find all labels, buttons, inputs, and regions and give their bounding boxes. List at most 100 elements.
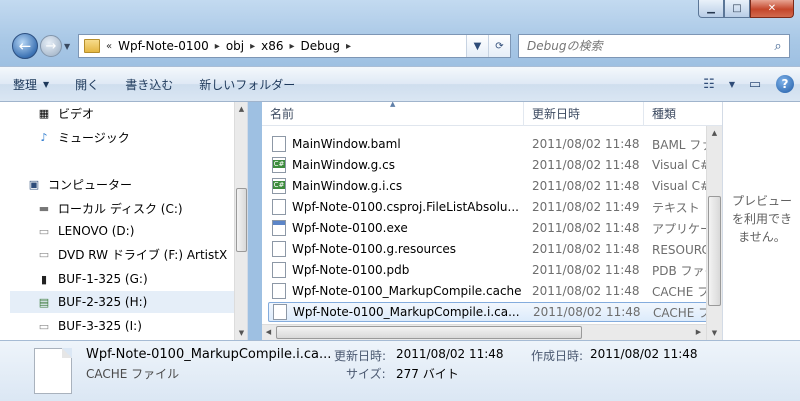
csharp-file-icon bbox=[272, 157, 286, 173]
file-row[interactable]: Wpf-Note-0100_MarkupCompile.cache 2011/0… bbox=[268, 281, 708, 301]
search-input[interactable] bbox=[519, 39, 767, 53]
column-header: ▲ 名前 更新日時 種類 bbox=[262, 102, 722, 126]
file-icon bbox=[272, 199, 286, 215]
computer-icon: ▣ bbox=[28, 177, 40, 191]
scroll-thumb[interactable] bbox=[708, 196, 721, 306]
breadcrumb-item[interactable]: obj bbox=[226, 39, 244, 53]
refresh-icon[interactable]: ⟳ bbox=[488, 35, 510, 57]
details-filetype: CACHE ファイル bbox=[86, 367, 180, 381]
file-row[interactable]: Wpf-Note-0100.g.resources 2011/08/02 11:… bbox=[268, 239, 708, 259]
details-size-label: サイズ: bbox=[346, 367, 386, 381]
file-row[interactable]: Wpf-Note-0100.exe 2011/08/02 11:48 アプリケー… bbox=[268, 218, 708, 238]
minimize-button[interactable]: ▁ bbox=[698, 0, 724, 18]
view-dropdown-icon[interactable]: ▼ bbox=[724, 67, 740, 101]
nav-scrollbar[interactable]: ▲ ▼ bbox=[234, 102, 247, 340]
chevron-right-icon[interactable]: ▸ bbox=[290, 41, 295, 52]
search-icon[interactable]: ⌕ bbox=[767, 39, 789, 54]
nav-item-label: LENOVO (D:) bbox=[58, 224, 135, 238]
open-button[interactable]: 開く bbox=[62, 67, 112, 101]
chevron-right-icon[interactable]: ▸ bbox=[346, 41, 351, 52]
file-type: BAML ファイル bbox=[652, 137, 708, 152]
new-folder-button[interactable]: 新しいフォルダー bbox=[186, 67, 308, 101]
file-name: MainWindow.g.i.cs bbox=[292, 179, 403, 193]
nav-item-computer[interactable]: ▣ コンピューター bbox=[26, 173, 234, 195]
scroll-up-icon[interactable]: ▲ bbox=[707, 126, 722, 140]
nav-item-buf3[interactable]: ▭ BUF-3-325 (I:) bbox=[36, 315, 247, 337]
dvd-drive-icon: ▭ bbox=[38, 247, 50, 261]
scroll-down-icon[interactable]: ▼ bbox=[235, 326, 247, 340]
recent-pages-dropdown[interactable]: ▼ bbox=[64, 42, 70, 51]
local-disk-icon: ▬ bbox=[38, 201, 50, 215]
scroll-right-icon[interactable]: ▶ bbox=[692, 325, 705, 339]
organize-label: 整理 bbox=[13, 77, 38, 92]
breadcrumb-item[interactable]: Wpf-Note-0100 bbox=[118, 39, 209, 53]
nav-item-music[interactable]: ♪ ミュージック bbox=[36, 126, 247, 148]
file-list-horizontal-scrollbar[interactable]: ◀ ▶ bbox=[262, 324, 706, 340]
burn-button[interactable]: 書き込む bbox=[112, 67, 186, 101]
new-folder-label: 新しいフォルダー bbox=[199, 77, 296, 92]
nav-item-label: BUF-1-325 (G:) bbox=[58, 272, 148, 286]
file-row[interactable]: MainWindow.g.cs 2011/08/02 11:48 Visual … bbox=[268, 155, 708, 175]
column-name[interactable]: 名前 bbox=[262, 102, 524, 126]
file-row[interactable]: MainWindow.g.i.cs 2011/08/02 11:48 Visua… bbox=[268, 176, 708, 196]
column-type[interactable]: 種類 bbox=[644, 102, 706, 126]
file-type: PDB ファイル bbox=[652, 263, 708, 278]
nav-item-buf1[interactable]: ▮ BUF-1-325 (G:) bbox=[36, 268, 247, 290]
file-row[interactable]: Wpf-Note-0100.csproj.FileListAbsolu... 2… bbox=[268, 197, 708, 217]
file-list: ▲ 名前 更新日時 種類 MainWindow.baml 2011/08/02 … bbox=[262, 102, 722, 340]
chevron-right-icon[interactable]: ▸ bbox=[215, 41, 220, 52]
breadcrumb-overflow[interactable]: « bbox=[106, 41, 112, 52]
help-button[interactable]: ? bbox=[770, 67, 800, 101]
breadcrumb-item[interactable]: x86 bbox=[261, 39, 283, 53]
file-list-vertical-scrollbar[interactable]: ▲ ▼ bbox=[706, 126, 722, 340]
scroll-left-icon[interactable]: ◀ bbox=[262, 325, 275, 339]
nav-item-label: DVD RW ドライブ (F:) ArtistX bbox=[58, 247, 228, 262]
nav-item-label: BUF-3-325 (I:) bbox=[58, 319, 142, 333]
close-button[interactable]: ✕ bbox=[750, 0, 794, 18]
details-modified-value: 2011/08/02 11:48 bbox=[396, 347, 504, 361]
chevron-right-icon[interactable]: ▸ bbox=[250, 41, 255, 52]
file-icon bbox=[272, 283, 286, 299]
file-date: 2011/08/02 11:48 bbox=[532, 221, 640, 235]
file-type: Visual C# Source bbox=[652, 179, 708, 193]
preview-pane-icon[interactable]: ▭ bbox=[740, 67, 770, 101]
nav-item-lenovo[interactable]: ▭ LENOVO (D:) bbox=[36, 220, 247, 242]
scroll-thumb[interactable] bbox=[236, 188, 247, 252]
breadcrumb-item[interactable]: Debug bbox=[301, 39, 340, 53]
nav-item-buf2[interactable]: ▤ BUF-2-325 (H:) bbox=[10, 291, 234, 313]
scroll-thumb[interactable] bbox=[276, 326, 582, 339]
command-bar: 整理 ▼ 開く 書き込む 新しいフォルダー ☷ ▼ ▭ ? bbox=[0, 66, 800, 102]
file-icon bbox=[34, 348, 72, 394]
file-icon bbox=[272, 136, 286, 152]
scroll-down-icon[interactable]: ▼ bbox=[707, 326, 722, 340]
folder-icon bbox=[84, 39, 100, 53]
forward-arrow-icon[interactable]: → bbox=[40, 35, 62, 57]
organize-button[interactable]: 整理 ▼ bbox=[0, 67, 62, 101]
file-date: 2011/08/02 11:48 bbox=[532, 242, 640, 256]
file-icon bbox=[272, 262, 286, 278]
drive-icon: ▭ bbox=[38, 319, 50, 333]
file-row[interactable]: MainWindow.baml 2011/08/02 11:48 BAML ファ… bbox=[268, 134, 708, 154]
nav-item-local-disk[interactable]: ▬ ローカル ディスク (C:) bbox=[36, 197, 247, 219]
scroll-up-icon[interactable]: ▲ bbox=[235, 102, 247, 116]
open-label: 開く bbox=[75, 77, 100, 92]
address-bar[interactable]: « Wpf-Note-0100 ▸ obj ▸ x86 ▸ Debug ▸ ▼ … bbox=[78, 34, 511, 58]
search-box[interactable]: ⌕ bbox=[518, 34, 790, 58]
external-drive-icon: ▮ bbox=[40, 272, 48, 286]
file-name: Wpf-Note-0100.exe bbox=[292, 221, 408, 235]
nav-item-dvd[interactable]: ▭ DVD RW ドライブ (F:) ArtistX bbox=[36, 243, 234, 265]
file-row[interactable]: Wpf-Note-0100.pdb 2011/08/02 11:48 PDB フ… bbox=[268, 260, 708, 280]
file-name: MainWindow.g.cs bbox=[292, 158, 395, 172]
view-options-icon[interactable]: ☷ bbox=[694, 67, 724, 101]
file-row-selected[interactable]: Wpf-Note-0100_MarkupCompile.i.ca... 2011… bbox=[268, 302, 709, 322]
file-date: 2011/08/02 11:48 bbox=[532, 179, 640, 193]
file-name: Wpf-Note-0100_MarkupCompile.i.ca... bbox=[293, 305, 520, 319]
address-dropdown-button[interactable]: ▼ bbox=[466, 35, 488, 57]
file-type: テキスト ドキュメント bbox=[652, 200, 708, 215]
nav-item-video[interactable]: ▦ ビデオ bbox=[36, 102, 247, 124]
music-icon: ♪ bbox=[40, 130, 48, 144]
column-date[interactable]: 更新日時 bbox=[524, 102, 644, 126]
back-arrow-icon[interactable]: ← bbox=[12, 33, 38, 59]
details-pane: Wpf-Note-0100_MarkupCompile.i.ca... CACH… bbox=[0, 340, 800, 401]
maximize-button[interactable]: □ bbox=[724, 0, 750, 18]
